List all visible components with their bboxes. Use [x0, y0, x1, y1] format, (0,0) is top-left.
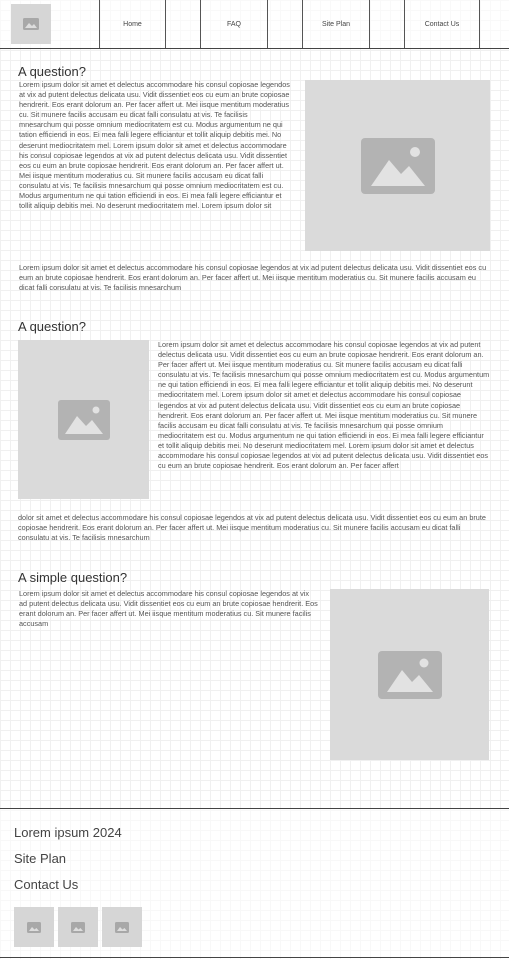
image-placeholder-icon — [71, 921, 85, 933]
footer-social-1[interactable] — [14, 907, 54, 947]
site-footer: Lorem ipsum 2024 Site Plan Contact Us — [0, 808, 509, 958]
footer-link-site-plan[interactable]: Site Plan — [14, 851, 66, 866]
section-2-text-continued: dolor sit amet et delectus accommodare h… — [18, 513, 486, 543]
nav-faq[interactable]: FAQ — [200, 0, 268, 48]
image-placeholder-icon — [377, 650, 442, 699]
nav-contact-us-label: Contact Us — [424, 20, 460, 28]
image-placeholder-icon — [360, 137, 435, 194]
footer-link-contact[interactable]: Contact Us — [14, 877, 78, 892]
section-2-image — [18, 340, 149, 499]
section-3-image — [330, 589, 489, 760]
nav-faq-label: FAQ — [226, 20, 241, 28]
footer-copyright: Lorem ipsum 2024 — [14, 825, 122, 840]
image-placeholder-icon — [27, 921, 41, 933]
image-placeholder-icon — [115, 921, 129, 933]
footer-social-2[interactable] — [58, 907, 98, 947]
section-1-text-continued: Lorem ipsum dolor sit amet et delectus a… — [19, 263, 487, 293]
section-2-title: A question? — [18, 319, 86, 334]
section-2-text: Lorem ipsum dolor sit amet et delectus a… — [158, 340, 490, 471]
section-1-title: A question? — [18, 64, 86, 79]
section-1-image — [305, 80, 490, 251]
logo[interactable] — [11, 4, 51, 44]
image-placeholder-icon — [23, 18, 39, 30]
footer-social-3[interactable] — [102, 907, 142, 947]
nav-contact-us[interactable]: Contact Us — [404, 0, 480, 48]
nav-home[interactable]: Home — [99, 0, 166, 48]
section-1-text: Lorem ipsum dolor sit amet et delectus a… — [19, 80, 290, 211]
nav-site-plan[interactable]: Site Plan — [302, 0, 370, 48]
section-3-title: A simple question? — [18, 570, 128, 585]
site-header: Home FAQ Site Plan Contact Us — [0, 0, 509, 49]
nav-site-plan-label: Site Plan — [321, 20, 351, 28]
section-3-text: Lorem ipsum dolor sit amet et delectus a… — [19, 589, 318, 629]
nav-home-label: Home — [123, 20, 142, 28]
image-placeholder-icon — [57, 399, 110, 440]
